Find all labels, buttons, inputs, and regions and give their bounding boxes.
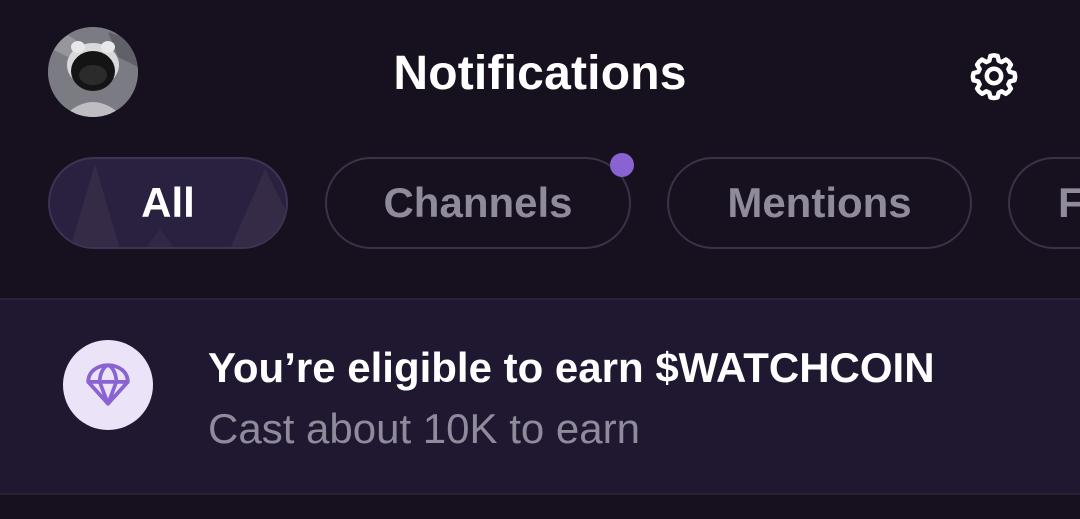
tab-mentions[interactable]: Mentions <box>667 157 972 249</box>
channels-unread-dot <box>610 153 634 177</box>
filter-tabs: All Channels Mentions F <box>0 155 1080 255</box>
tab-all-label: All <box>141 179 195 226</box>
settings-button[interactable] <box>962 44 1026 108</box>
gear-icon <box>970 53 1018 101</box>
tab-follows[interactable]: F <box>1008 157 1080 249</box>
tab-all[interactable]: All <box>48 157 288 249</box>
parachute-icon <box>86 363 130 406</box>
notice-title: You’re eligible to earn $WATCHCOIN <box>208 344 935 391</box>
notice-subtitle: Cast about 10K to earn <box>208 405 640 452</box>
earn-notification[interactable]: You’re eligible to earn $WATCHCOIN Cast … <box>0 300 1080 493</box>
notifications-screen: Notifications All Channels Mentions F <box>0 0 1080 519</box>
notice-icon-badge <box>63 340 153 430</box>
page-title: Notifications <box>393 47 687 100</box>
divider <box>0 493 1080 495</box>
tab-follows-label: F <box>1058 179 1080 227</box>
tab-channels[interactable]: Channels <box>325 157 631 249</box>
header: Notifications <box>0 0 1080 150</box>
tab-mentions-label: Mentions <box>727 179 912 226</box>
tab-channels-label: Channels <box>383 179 573 226</box>
